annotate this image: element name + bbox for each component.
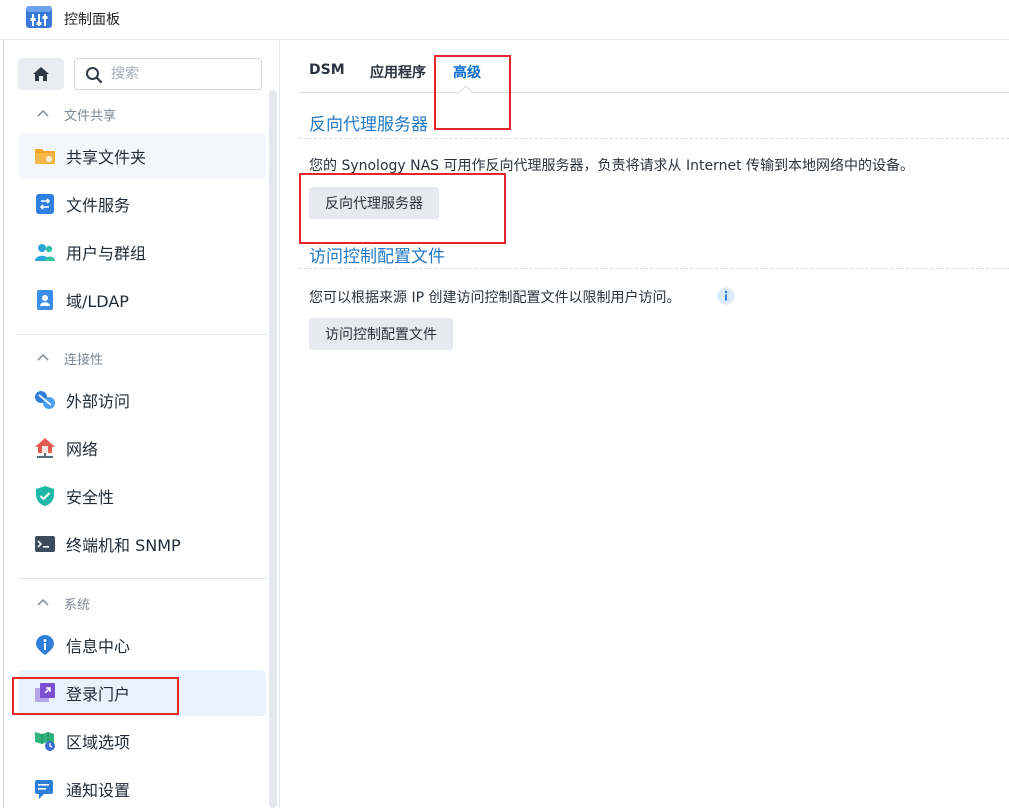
info-center-icon	[36, 635, 54, 655]
sidebar-scrollbar[interactable]	[269, 90, 277, 808]
main-panel: DSM 应用程序 高级 反向代理服务器 您的 Synology NAS 可用作反…	[281, 40, 1009, 808]
chevron-up-icon	[37, 109, 49, 117]
sidebar-item-external-access[interactable]: 外部访问	[18, 377, 266, 423]
chevron-up-icon	[37, 598, 49, 606]
sidebar-item-users-groups[interactable]: 用户与群组	[18, 229, 266, 275]
sidebar-item-info-center[interactable]: 信息中心	[18, 622, 266, 668]
search-box[interactable]	[74, 58, 262, 90]
access-control-description: 您可以根据来源 IP 创建访问控制配置文件以限制用户访问。	[309, 290, 681, 306]
window-title: 控制面板	[64, 12, 120, 28]
tab-applications[interactable]: 应用程序	[370, 62, 426, 82]
tab-dsm[interactable]: DSM	[309, 62, 345, 78]
section-divider	[299, 268, 1009, 269]
section-system[interactable]: 系统	[18, 589, 268, 617]
login-portal-icon	[35, 683, 55, 702]
regional-options-icon	[35, 732, 55, 751]
sidebar-item-shared-folder[interactable]: 共享文件夹	[18, 133, 266, 179]
sidebar-item-regional-options[interactable]: 区域选项	[18, 718, 266, 764]
section-connectivity[interactable]: 连接性	[18, 344, 268, 372]
section-title: 连接性	[64, 352, 104, 368]
shared-folder-icon	[35, 149, 55, 164]
home-button[interactable]	[18, 58, 64, 90]
section-title: 文件共享	[64, 108, 117, 124]
chevron-up-icon	[37, 353, 49, 361]
domain-ldap-icon	[37, 290, 53, 310]
access-control-title: 访问控制配置文件	[309, 247, 445, 267]
sidebar-item-file-services[interactable]: 文件服务	[18, 181, 266, 227]
notification-icon	[35, 780, 53, 799]
home-icon	[33, 67, 49, 81]
tab-advanced[interactable]: 高级	[453, 62, 481, 82]
section-divider	[18, 334, 268, 335]
sidebar-item-network[interactable]: 网络	[18, 425, 266, 471]
section-divider	[299, 138, 1009, 139]
sidebar-item-domain-ldap[interactable]: 域/LDAP	[18, 277, 266, 323]
shield-icon	[36, 486, 54, 506]
title-bar: 控制面板	[0, 0, 1009, 40]
users-icon	[35, 244, 55, 261]
sidebar-item-notification[interactable]: 通知设置	[18, 766, 266, 808]
external-access-icon	[35, 391, 55, 409]
reverse-proxy-description: 您的 Synology NAS 可用作反向代理服务器，负责将请求从 Intern…	[309, 158, 915, 174]
search-icon	[86, 67, 103, 84]
network-icon	[35, 438, 55, 458]
active-tab-indicator	[459, 85, 473, 99]
access-control-button[interactable]: 访问控制配置文件	[309, 318, 453, 350]
terminal-icon	[35, 536, 55, 552]
sidebar-item-login-portal[interactable]: 登录门户	[18, 670, 266, 716]
file-services-icon	[36, 194, 54, 214]
sidebar-item-terminal-snmp[interactable]: 终端机和 SNMP	[18, 521, 266, 567]
reverse-proxy-title: 反向代理服务器	[309, 115, 428, 135]
control-panel-icon	[26, 6, 52, 28]
tab-bar	[299, 92, 1009, 93]
reverse-proxy-button[interactable]: 反向代理服务器	[309, 187, 439, 219]
section-title: 系统	[64, 597, 91, 613]
sidebar-item-security[interactable]: 安全性	[18, 473, 266, 519]
info-icon[interactable]	[717, 287, 735, 305]
search-input[interactable]	[111, 64, 255, 84]
section-file-sharing[interactable]: 文件共享	[18, 100, 268, 128]
section-divider	[18, 578, 268, 579]
sidebar: 文件共享 共享文件夹 文件服务 用户与群组 域/LDAP	[4, 40, 280, 808]
